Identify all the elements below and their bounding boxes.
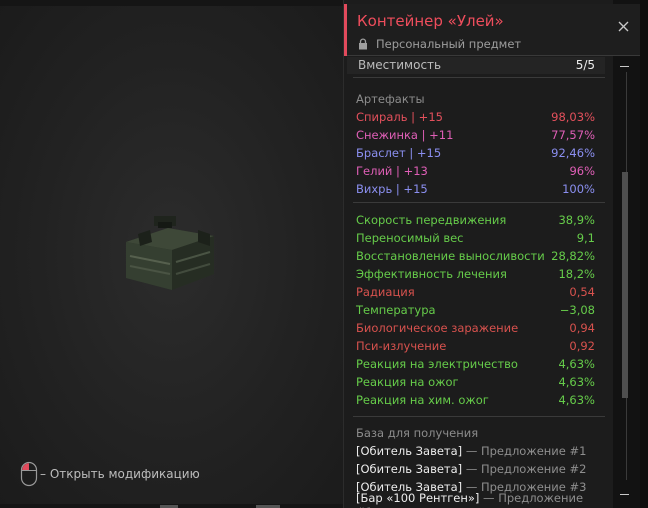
preview-top-edge bbox=[0, 0, 343, 6]
source-row[interactable]: [Обитель Завета] — Предложение #2 bbox=[353, 460, 605, 478]
source-place: [Бар «100 Рентген»] bbox=[356, 491, 480, 505]
artifact-row[interactable]: Вихрь | +15 100% bbox=[353, 180, 605, 198]
source-row[interactable]: [Обитель Завета] — Предложение #1 bbox=[353, 442, 605, 460]
stat-name: Восстановление выносливости bbox=[356, 249, 545, 263]
artifacts-title: Артефакты bbox=[356, 92, 425, 106]
stats-section: Скорость передвижения 38,9% Переносимый … bbox=[353, 211, 605, 409]
source-row[interactable]: [Бар «100 Рентген»] — Предложение #1 bbox=[353, 491, 605, 508]
source-place: [Обитель Завета] bbox=[356, 462, 463, 476]
artifact-row[interactable]: Спираль | +15 98,03% bbox=[353, 108, 605, 126]
stat-name: Пси-излучение bbox=[356, 339, 447, 353]
stat-row: Реакция на электричество 4,63% bbox=[353, 355, 605, 373]
artifact-row[interactable]: Гелий | +13 96% bbox=[353, 162, 605, 180]
stat-row: Скорость передвижения 38,9% bbox=[353, 211, 605, 229]
artifact-efficiency: 100% bbox=[562, 182, 595, 196]
artifact-efficiency: 96% bbox=[569, 164, 595, 178]
stat-row: Восстановление выносливости 28,82% bbox=[353, 247, 605, 265]
item-subtitle-row: Персональный предмет bbox=[358, 37, 521, 51]
stat-value: 28,82% bbox=[551, 249, 595, 263]
stat-value: 4,63% bbox=[558, 393, 595, 407]
close-icon[interactable] bbox=[618, 21, 629, 32]
artifact-name: Браслет | +15 bbox=[356, 146, 442, 160]
artifact-row[interactable]: Браслет | +15 92,46% bbox=[353, 144, 605, 162]
artifact-row[interactable]: Снежинка | +11 77,57% bbox=[353, 126, 605, 144]
artifact-efficiency: 77,57% bbox=[551, 128, 595, 142]
divider bbox=[353, 77, 605, 78]
stat-value: 18,2% bbox=[558, 267, 595, 281]
capacity-label: Вместимость bbox=[358, 57, 442, 72]
item-details-scroll[interactable]: Вместимость 5/5 Артефакты Спираль | +15 … bbox=[345, 57, 605, 508]
lock-icon bbox=[359, 38, 367, 50]
stat-name: Радиация bbox=[356, 285, 415, 299]
stat-row: Радиация 0,54 bbox=[353, 283, 605, 301]
artifact-name: Снежинка | +11 bbox=[356, 128, 454, 142]
divider bbox=[353, 202, 605, 203]
container-item-image bbox=[126, 216, 214, 290]
stat-row: Реакция на ожог 4,63% bbox=[353, 373, 605, 391]
stat-name: Реакция на хим. ожог bbox=[356, 393, 489, 407]
item-detail-panel: Контейнер «Улей» Персональный предмет Вм… bbox=[343, 0, 641, 508]
stat-value: −3,08 bbox=[559, 303, 595, 317]
stat-row: Реакция на хим. ожог 4,63% bbox=[353, 391, 605, 409]
mouse-left-click-icon bbox=[20, 461, 38, 487]
sources-title: База для получения bbox=[356, 426, 479, 440]
scrollbar-bottom-cap bbox=[620, 494, 629, 495]
source-offer: — Предложение #2 bbox=[462, 462, 587, 476]
stat-name: Реакция на электричество bbox=[356, 357, 518, 371]
stat-value: 9,1 bbox=[576, 231, 595, 245]
stat-row: Пси-излучение 0,92 bbox=[353, 337, 605, 355]
stat-name: Переносимый вес bbox=[356, 231, 464, 245]
stat-name: Эффективность лечения bbox=[356, 267, 507, 281]
hint-label: – Открыть модификацию bbox=[40, 467, 200, 481]
stat-value: 0,94 bbox=[569, 321, 595, 335]
item-header: Контейнер «Улей» Персональный предмет bbox=[344, 4, 641, 56]
item-title: Контейнер «Улей» bbox=[357, 12, 504, 30]
source-offer: — Предложение #1 bbox=[462, 444, 587, 458]
header-accent-bar bbox=[344, 4, 347, 56]
stat-row: Переносимый вес 9,1 bbox=[353, 229, 605, 247]
item-preview-pane: – Открыть модификацию bbox=[0, 0, 343, 508]
source-place: [Обитель Завета] bbox=[356, 444, 463, 458]
capacity-value: 5/5 bbox=[575, 57, 595, 72]
stat-value: 0,92 bbox=[569, 339, 595, 353]
background-panel-edge bbox=[640, 0, 648, 508]
artifacts-section: Артефакты Спираль | +15 98,03% Снежинка … bbox=[353, 90, 605, 198]
stat-value: 0,54 bbox=[569, 285, 595, 299]
artifact-name: Вихрь | +15 bbox=[356, 182, 428, 196]
artifact-name: Гелий | +13 bbox=[356, 164, 428, 178]
stat-name: Скорость передвижения bbox=[356, 213, 507, 227]
capacity-row: Вместимость 5/5 bbox=[347, 57, 605, 74]
sources-section: База для получения [Обитель Завета] — Пр… bbox=[353, 424, 605, 508]
open-modification-hint[interactable]: – Открыть модификацию bbox=[20, 461, 200, 487]
scrollbar-thumb[interactable] bbox=[622, 172, 628, 398]
divider bbox=[353, 416, 605, 417]
artifact-name: Спираль | +15 bbox=[356, 110, 443, 124]
stat-value: 4,63% bbox=[558, 375, 595, 389]
stat-name: Температура bbox=[356, 303, 436, 317]
artifact-efficiency: 92,46% bbox=[551, 146, 595, 160]
stat-row: Эффективность лечения 18,2% bbox=[353, 265, 605, 283]
stat-name: Биологическое заражение bbox=[356, 321, 519, 335]
item-subtitle: Персональный предмет bbox=[376, 37, 522, 51]
stat-value: 4,63% bbox=[558, 357, 595, 371]
stat-value: 38,9% bbox=[558, 213, 595, 227]
stat-row: Температура −3,08 bbox=[353, 301, 605, 319]
stat-name: Реакция на ожог bbox=[356, 375, 459, 389]
scrollbar-top-cap bbox=[620, 66, 629, 67]
stat-row: Биологическое заражение 0,94 bbox=[353, 319, 605, 337]
artifact-efficiency: 98,03% bbox=[551, 110, 595, 124]
